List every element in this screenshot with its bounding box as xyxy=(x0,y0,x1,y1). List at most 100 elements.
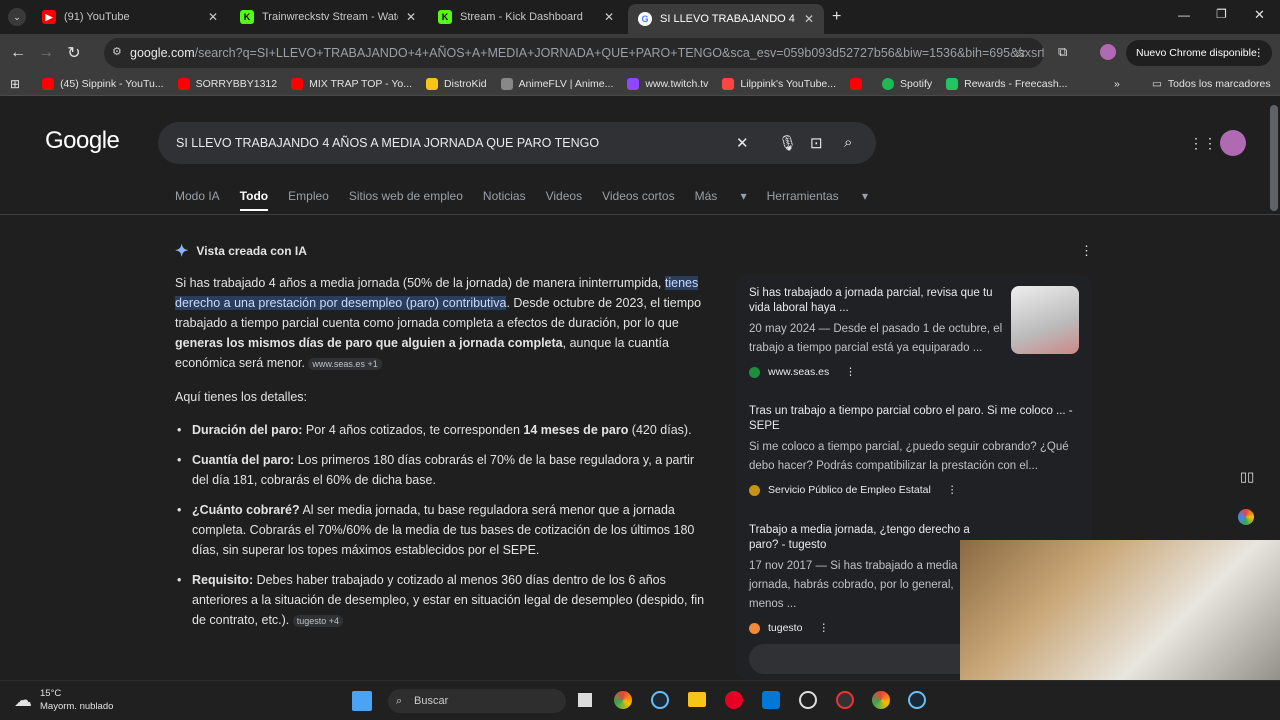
maximize-button[interactable]: ❐ xyxy=(1216,7,1227,21)
pinterest-icon[interactable] xyxy=(725,691,743,709)
source-card[interactable]: Tras un trabajo a tiempo parcial cobro e… xyxy=(749,404,1079,496)
chatgpt-icon[interactable] xyxy=(799,691,817,709)
chrome-active-icon[interactable] xyxy=(872,691,890,709)
extensions-icon[interactable]: ⧉ xyxy=(1058,44,1067,60)
reload-button[interactable]: ↻ xyxy=(60,43,88,63)
chrome-update-button[interactable]: Nuevo Chrome disponible ⋮ xyxy=(1126,40,1272,66)
tab-empleo[interactable]: Empleo xyxy=(288,189,329,211)
cloud-icon: ☁ xyxy=(14,689,32,710)
camera-search-icon[interactable]: ⊡ xyxy=(810,134,823,152)
tab-mas[interactable]: Más ▾ xyxy=(695,189,747,211)
source-chip[interactable]: tugesto +4 xyxy=(292,615,344,627)
menu-dots-icon[interactable]: ⋮ xyxy=(947,484,958,496)
clear-icon[interactable]: ✕ xyxy=(736,134,749,152)
steam-icon[interactable] xyxy=(908,691,926,709)
list-item: Cuantía del paro: Los primeros 180 días … xyxy=(175,450,705,490)
tab-noticias[interactable]: Noticias xyxy=(483,189,526,211)
menu-dots-icon[interactable]: ⋮ xyxy=(818,622,829,634)
seas-icon xyxy=(749,366,760,378)
google-icon: G xyxy=(638,12,652,26)
bookmark-item[interactable]: Lilppink's YouTube... xyxy=(722,77,836,90)
list-item: ¿Cuánto cobraré? Al ser media jornada, t… xyxy=(175,500,705,560)
start-icon[interactable] xyxy=(352,691,372,711)
google-logo[interactable]: Google xyxy=(45,127,120,155)
tab-videos[interactable]: Videos xyxy=(546,189,582,211)
google-lens-icon[interactable] xyxy=(1238,509,1254,525)
close-icon[interactable]: ✕ xyxy=(406,10,416,24)
browser-toolbar: ← → ↻ ⚙ google.com/search?q=SI+LLEVO+TRA… xyxy=(0,34,1280,72)
steam-icon[interactable] xyxy=(651,691,669,709)
search-icon[interactable]: ⌕ xyxy=(844,134,852,151)
sparkle-icon: ✦ xyxy=(175,243,189,260)
bookmark-item[interactable]: AnimeFLV | Anime... xyxy=(500,77,613,90)
bookmark-item[interactable]: (45) Sippink - YouTu... xyxy=(42,77,164,90)
tab-kick-dashboard[interactable]: K Stream - Kick Dashboard ✕ xyxy=(428,4,624,30)
side-panel-icon[interactable]: ▯▯ xyxy=(1240,469,1254,485)
apps-grid-icon[interactable]: ⊞ xyxy=(10,77,20,91)
profile-avatar[interactable] xyxy=(1100,44,1116,60)
tab-sitios-empleo[interactable]: Sitios web de empleo xyxy=(349,189,463,211)
tab-youtube[interactable]: ▶ (91) YouTube ✕ xyxy=(32,4,228,30)
sepe-icon xyxy=(749,484,760,496)
bookmark-item[interactable]: DistroKid xyxy=(426,77,487,90)
youtube-icon xyxy=(177,77,190,90)
source-card[interactable]: Si has trabajado a jornada parcial, revi… xyxy=(749,286,1079,378)
tab-strip: ⌄ ▶ (91) YouTube ✕ K Trainwreckstv Stream -… xyxy=(0,0,1280,34)
kick-icon: K xyxy=(438,10,452,24)
task-view-icon[interactable] xyxy=(578,693,592,707)
divider xyxy=(0,214,1280,215)
google-apps-icon[interactable]: ⋮⋮ xyxy=(1189,135,1217,152)
list-item: Requisito: Debes haber trabajado y cotiz… xyxy=(175,570,705,631)
all-bookmarks-folder[interactable]: ▭ Todos los marcadores xyxy=(1152,78,1271,90)
close-icon[interactable]: ✕ xyxy=(804,12,814,26)
bookmark-item[interactable]: www.twitch.tv xyxy=(627,77,708,90)
weather-widget[interactable]: ☁ 15°C Mayorm. nublado xyxy=(14,687,113,713)
tab-herramientas[interactable]: Herramientas ▾ xyxy=(767,189,868,211)
back-button[interactable]: ← xyxy=(4,44,32,62)
window-close-button[interactable]: ✕ xyxy=(1254,7,1265,23)
chart-icon xyxy=(722,77,735,90)
forward-button[interactable]: → xyxy=(32,44,60,62)
menu-dots-icon[interactable]: ⋮ xyxy=(845,366,856,378)
ai-summary: Si has trabajado 4 años a media jornada … xyxy=(175,276,702,370)
distrokid-icon xyxy=(426,77,439,90)
tab-trainwreckstv[interactable]: KTrainwreckstv Stream - Watch L✕ xyxy=(230,4,426,30)
chrome-icon[interactable] xyxy=(614,691,632,709)
bookmark-item[interactable]: Rewards - Freecash... xyxy=(946,77,1067,90)
ai-details-list: Duración del paro: Por 4 años cotizados,… xyxy=(175,420,705,631)
bookmark-item[interactable] xyxy=(850,77,868,90)
animeflv-icon xyxy=(500,77,513,90)
bookmark-item[interactable]: SORRYBBY1312 xyxy=(177,77,277,90)
tab-videos-cortos[interactable]: Videos cortos xyxy=(602,189,675,211)
close-icon[interactable]: ✕ xyxy=(208,10,218,24)
bookmark-item[interactable]: Spotify xyxy=(882,77,932,90)
youtube-icon xyxy=(291,77,304,90)
address-bar[interactable]: ⚙ google.com/search?q=SI+LLEVO+TRABAJAND… xyxy=(104,38,1044,68)
new-tab-button[interactable]: + xyxy=(832,8,841,26)
more-bookmarks-icon[interactable]: » xyxy=(1114,78,1120,90)
scrollbar[interactable] xyxy=(1270,105,1278,211)
app-icon[interactable] xyxy=(836,691,854,709)
site-info-icon[interactable]: ⚙ xyxy=(112,45,122,58)
tab-google-search[interactable]: GSI LLEVO TRABAJANDO 4 AÑOS✕ xyxy=(628,4,824,34)
bookmark-star-icon[interactable]: ☆ xyxy=(1014,44,1027,61)
bookmark-item[interactable]: MIX TRAP TOP - Yo... xyxy=(291,77,412,90)
minimize-button[interactable]: — xyxy=(1178,8,1190,22)
spotify-icon xyxy=(882,77,895,90)
tab-todo[interactable]: Todo xyxy=(239,189,269,211)
ai-options-icon[interactable]: ⋮ xyxy=(1080,243,1093,259)
folder-icon: ▭ xyxy=(1152,77,1162,90)
account-avatar[interactable] xyxy=(1220,130,1246,156)
tab-modo-ia[interactable]: Modo IA xyxy=(175,189,220,211)
store-icon[interactable] xyxy=(762,691,780,709)
file-explorer-icon[interactable] xyxy=(688,692,706,707)
search-input[interactable]: SI LLEVO TRABAJANDO 4 AÑOS A MEDIA JORNA… xyxy=(158,122,876,164)
search-icon: ⌕ xyxy=(396,695,403,707)
source-chip[interactable]: www.seas.es +1 xyxy=(308,358,382,370)
taskbar-search-input[interactable]: ⌕ Buscar xyxy=(388,689,566,713)
tab-search-icon[interactable]: ⌄ xyxy=(8,8,26,26)
freecash-icon xyxy=(946,77,959,90)
tugesto-icon xyxy=(749,622,760,634)
close-icon[interactable]: ✕ xyxy=(604,10,614,24)
microphone-icon[interactable]: 🎙 xyxy=(778,134,797,152)
